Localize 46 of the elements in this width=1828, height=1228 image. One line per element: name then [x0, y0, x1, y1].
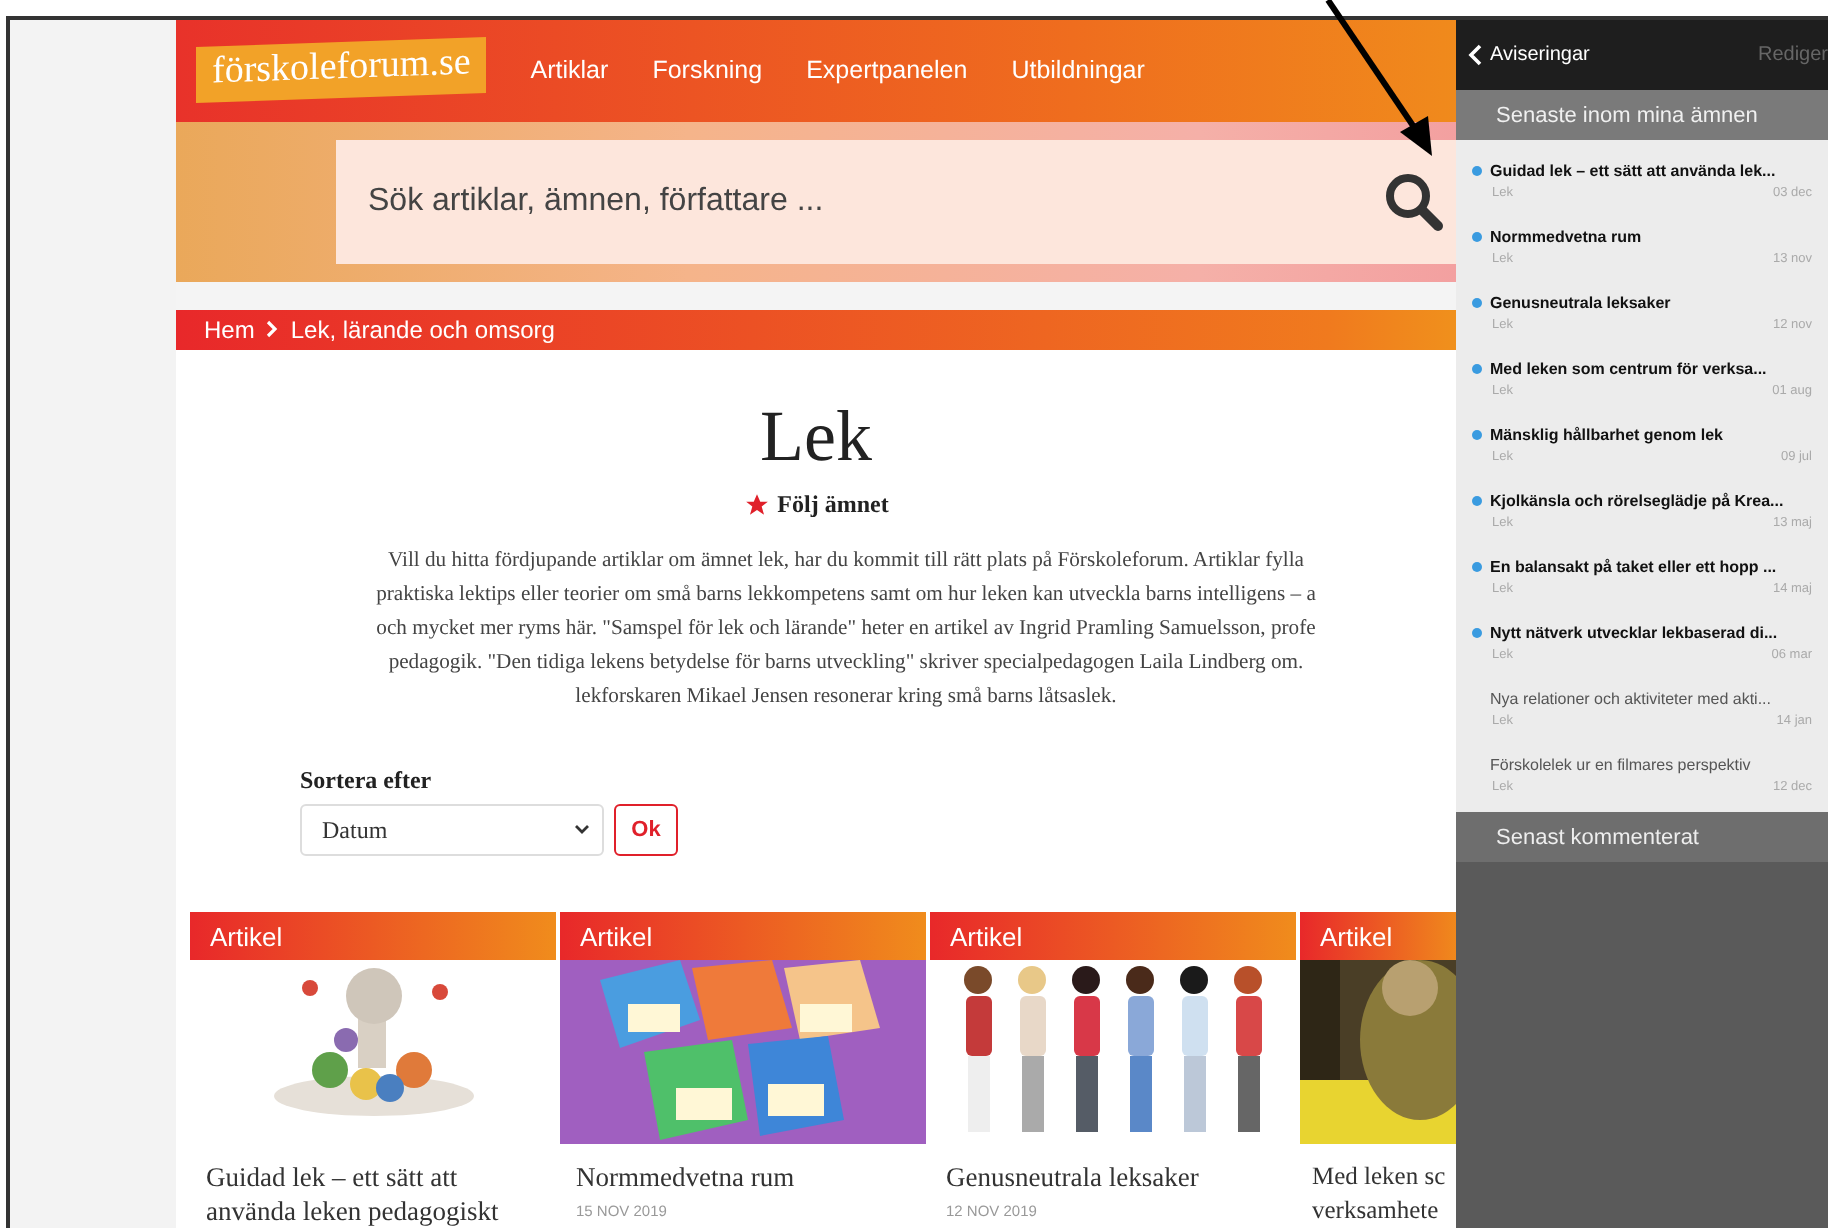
unread-dot: [1472, 298, 1482, 308]
back-icon: [1468, 44, 1482, 66]
article-title[interactable]: Guidad lek – ett sätt att använda leken pedagogiskt: [190, 1144, 556, 1228]
sort-dropdown[interactable]: Datum: [300, 804, 604, 856]
ok-button[interactable]: Ok: [614, 804, 678, 856]
unread-dot: [1472, 562, 1482, 572]
unread-dot: [1472, 430, 1482, 440]
unread-dot: [1472, 496, 1482, 506]
article-title[interactable]: Med leken sc verksamhete: [1300, 1144, 1456, 1228]
follow-link[interactable]: Följ ämnet: [777, 490, 889, 520]
sort-label: Sortera efter: [300, 766, 434, 796]
notification-title: Normmedvetna rum: [1490, 228, 1642, 246]
caret-icon: [574, 824, 590, 836]
section-header: Senast kommenterat: [1456, 812, 1828, 862]
section-header: Senaste inom mina ämnen: [1456, 90, 1828, 140]
article-card[interactable]: Artikel Guidad lek – ett sätt att använda leken pedagogiskt: [190, 912, 556, 1228]
article-tag: Artikel: [560, 912, 926, 960]
notification-title: Kjolkänsla och rörelseglädje på Krea...: [1490, 492, 1784, 510]
star-icon[interactable]: [743, 492, 770, 518]
article-tag: Artikel: [190, 912, 556, 960]
notification-title: En balansakt på taket eller ett hopp ...: [1490, 558, 1777, 576]
intro-paragraph: Vill du hitta fördjupande artiklar om ämnet lek, har du kommit till rätt plats på Förskoleforum. Artiklar fylla praktiska lektips eller teorier om små barns lekkompetens samt om hur leken kan utveckla barns intelligens – a och mycket mer ryms här. "Samspel för lek och lärande" heter en artikel av Ingrid Pramling Samuelsson, profe pedagogik. "Den tidiga lekens betydelse för barns utveckling" skriver specialpedagogen Laila Lindberg om. lekforskaren Mikael Jensen resonerar kring små barns låtsaslek.: [374, 548, 1318, 712]
search-icon[interactable]: [1384, 171, 1444, 232]
nav-link[interactable]: Artiklar: [530, 56, 609, 85]
topic-title: Lek: [760, 394, 872, 478]
breadcrumb-link[interactable]: Hem: [204, 315, 255, 344]
unread-dot: [1472, 232, 1482, 242]
article-title[interactable]: Normmedvetna rum: [560, 1144, 926, 1194]
notification-title: Nytt nätverk utvecklar lekbaserad di...: [1490, 624, 1778, 642]
notification-title: Nya relationer och aktiviteter med akti...: [1490, 690, 1772, 708]
breadcrumb-current: Lek, lärande och omsorg: [290, 315, 555, 344]
notification-title: Genusneutrala leksaker: [1490, 294, 1671, 312]
unread-dot: [1472, 166, 1482, 176]
nav-link[interactable]: Forskning: [652, 56, 763, 85]
back-button[interactable]: Aviseringar: [1468, 44, 1590, 66]
unread-dot: [1472, 364, 1482, 374]
notification-title: Guidad lek – ett sätt att använda lek...: [1490, 162, 1776, 180]
unread-dot: [1472, 628, 1482, 638]
notification-title: Förskolelek ur en filmares perspektiv: [1490, 756, 1751, 774]
chevron-icon: [266, 320, 279, 339]
article-tag: Artikel: [1300, 912, 1456, 960]
notification-title: Med leken som centrum för verksa...: [1490, 360, 1767, 378]
article-tag: Artikel: [930, 912, 1296, 960]
article-title[interactable]: Genusneutrala leksaker: [930, 1144, 1296, 1194]
notification-title: Mänsklig hållbarhet genom lek: [1490, 426, 1723, 444]
search-field[interactable]: Sök artiklar, ämnen, författare ...: [336, 139, 1456, 264]
